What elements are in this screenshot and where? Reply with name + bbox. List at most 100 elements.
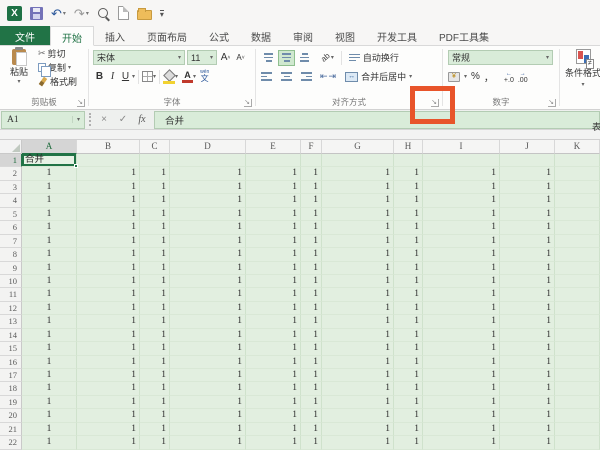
- open-folder-icon[interactable]: [137, 5, 152, 21]
- row-header-2[interactable]: 2: [0, 167, 22, 180]
- decrease-indent-icon[interactable]: ⇤: [320, 71, 328, 82]
- cell-D2[interactable]: 1: [170, 167, 246, 180]
- cell-E1[interactable]: [246, 154, 301, 167]
- cell-C15[interactable]: 1: [140, 342, 170, 355]
- decrease-font-icon[interactable]: A˅: [234, 50, 247, 66]
- cell-D17[interactable]: 1: [170, 369, 246, 382]
- cell-H6[interactable]: 1: [394, 221, 423, 234]
- cell-B10[interactable]: 1: [77, 275, 140, 288]
- cell-J18[interactable]: 1: [500, 382, 555, 395]
- cell-F13[interactable]: 1: [301, 315, 322, 328]
- formula-input[interactable]: 合并: [154, 111, 600, 129]
- number-format-combo[interactable]: 常规▾: [448, 50, 553, 65]
- cell-H4[interactable]: 1: [394, 194, 423, 207]
- cell-I5[interactable]: 1: [423, 208, 500, 221]
- cell-J8[interactable]: 1: [500, 248, 555, 261]
- cell-C18[interactable]: 1: [140, 382, 170, 395]
- cell-I10[interactable]: 1: [423, 275, 500, 288]
- font-name-combo[interactable]: 宋体▾: [93, 50, 185, 65]
- cell-G11[interactable]: 1: [322, 288, 394, 301]
- cell-J22[interactable]: 1: [500, 436, 555, 449]
- tab-视图[interactable]: 视图: [324, 26, 366, 45]
- cell-K18[interactable]: [555, 382, 600, 395]
- cell-C21[interactable]: 1: [140, 423, 170, 436]
- cell-H3[interactable]: 1: [394, 181, 423, 194]
- wrap-text-button[interactable]: 自动换行: [349, 51, 399, 64]
- font-color-icon[interactable]: A: [182, 71, 193, 83]
- cell-I3[interactable]: 1: [423, 181, 500, 194]
- cell-C9[interactable]: 1: [140, 262, 170, 275]
- cell-J2[interactable]: 1: [500, 167, 555, 180]
- cell-B1[interactable]: [77, 154, 140, 167]
- cell-H17[interactable]: 1: [394, 369, 423, 382]
- cell-K2[interactable]: [555, 167, 600, 180]
- cell-J19[interactable]: 1: [500, 396, 555, 409]
- cell-C11[interactable]: 1: [140, 288, 170, 301]
- cell-F2[interactable]: 1: [301, 167, 322, 180]
- cell-B9[interactable]: 1: [77, 262, 140, 275]
- comma-style-icon[interactable]: ，: [484, 69, 494, 84]
- cell-J9[interactable]: 1: [500, 262, 555, 275]
- row-header-12[interactable]: 12: [0, 302, 22, 315]
- cell-I2[interactable]: 1: [423, 167, 500, 180]
- cell-F10[interactable]: 1: [301, 275, 322, 288]
- cell-E11[interactable]: 1: [246, 288, 301, 301]
- cell-A2[interactable]: 1: [22, 167, 77, 180]
- cell-B5[interactable]: 1: [77, 208, 140, 221]
- redo-icon[interactable]: ↷▾: [74, 5, 89, 21]
- cell-E22[interactable]: 1: [246, 436, 301, 449]
- alignment-dialog-launcher[interactable]: ↘: [431, 99, 439, 107]
- cell-C10[interactable]: 1: [140, 275, 170, 288]
- row-header-21[interactable]: 21: [0, 423, 22, 436]
- accounting-dropdown[interactable]: ▾: [464, 73, 467, 80]
- cell-K3[interactable]: [555, 181, 600, 194]
- cell-G7[interactable]: 1: [322, 235, 394, 248]
- cell-K4[interactable]: [555, 194, 600, 207]
- underline-button[interactable]: U: [119, 69, 132, 85]
- cell-D22[interactable]: 1: [170, 436, 246, 449]
- cell-G5[interactable]: 1: [322, 208, 394, 221]
- cell-I16[interactable]: 1: [423, 356, 500, 369]
- cancel-icon[interactable]: ×: [95, 114, 113, 125]
- cell-A17[interactable]: 1: [22, 369, 77, 382]
- customize-toolbar-icon[interactable]: ▾: [160, 5, 164, 21]
- cell-H12[interactable]: 1: [394, 302, 423, 315]
- new-document-icon[interactable]: [118, 5, 129, 21]
- cell-J12[interactable]: 1: [500, 302, 555, 315]
- cell-H2[interactable]: 1: [394, 167, 423, 180]
- cell-A20[interactable]: 1: [22, 409, 77, 422]
- cell-D11[interactable]: 1: [170, 288, 246, 301]
- cell-F18[interactable]: 1: [301, 382, 322, 395]
- select-all-corner[interactable]: [0, 140, 22, 154]
- cell-J13[interactable]: 1: [500, 315, 555, 328]
- align-middle-icon[interactable]: [278, 50, 295, 66]
- align-bottom-icon[interactable]: [296, 50, 313, 66]
- cell-F16[interactable]: 1: [301, 356, 322, 369]
- orientation-icon[interactable]: ab: [319, 51, 332, 64]
- conditional-formatting-dropdown[interactable]: ▾: [581, 81, 584, 88]
- cell-C12[interactable]: 1: [140, 302, 170, 315]
- column-header-E[interactable]: E: [246, 140, 301, 154]
- cell-A16[interactable]: 1: [22, 356, 77, 369]
- cell-B12[interactable]: 1: [77, 302, 140, 315]
- cell-G17[interactable]: 1: [322, 369, 394, 382]
- column-header-B[interactable]: B: [77, 140, 140, 154]
- insert-function-icon[interactable]: fx: [133, 114, 151, 125]
- cell-A14[interactable]: 1: [22, 329, 77, 342]
- conditional-formatting-button[interactable]: ≠ 条件格式 ▾: [570, 49, 596, 88]
- cell-C13[interactable]: 1: [140, 315, 170, 328]
- tab-开发工具[interactable]: 开发工具: [366, 26, 428, 45]
- cell-E19[interactable]: 1: [246, 396, 301, 409]
- cell-B11[interactable]: 1: [77, 288, 140, 301]
- cell-J11[interactable]: 1: [500, 288, 555, 301]
- cell-C17[interactable]: 1: [140, 369, 170, 382]
- cell-E15[interactable]: 1: [246, 342, 301, 355]
- cell-G2[interactable]: 1: [322, 167, 394, 180]
- cell-J16[interactable]: 1: [500, 356, 555, 369]
- cell-F9[interactable]: 1: [301, 262, 322, 275]
- undo-icon[interactable]: ↶▾: [51, 5, 66, 21]
- cell-C5[interactable]: 1: [140, 208, 170, 221]
- cell-G18[interactable]: 1: [322, 382, 394, 395]
- cell-G22[interactable]: 1: [322, 436, 394, 449]
- cell-D7[interactable]: 1: [170, 235, 246, 248]
